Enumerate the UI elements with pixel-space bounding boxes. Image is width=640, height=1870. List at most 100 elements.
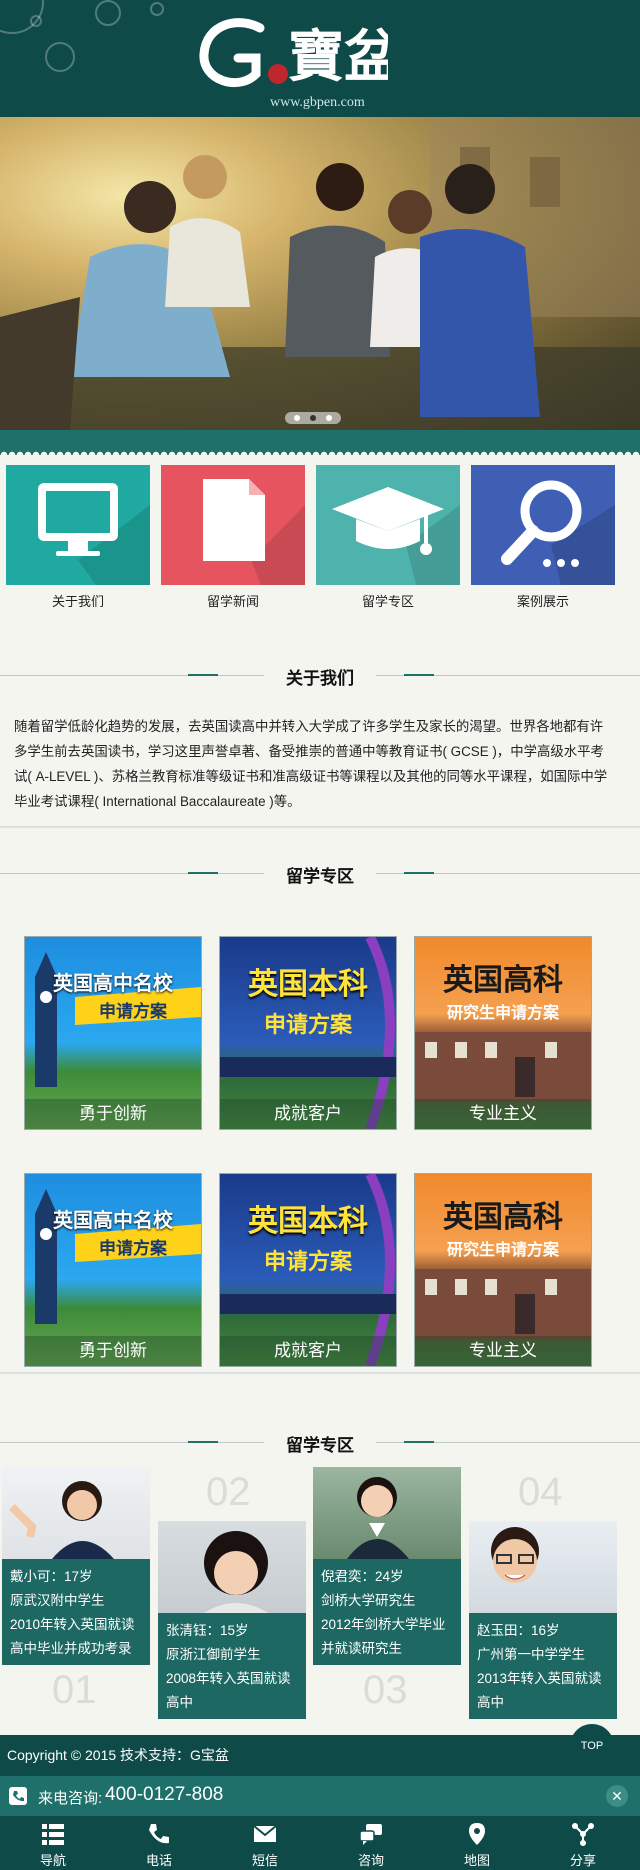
about-title: 关于我们 <box>0 664 640 689</box>
student-photo[interactable] <box>158 1521 306 1613</box>
phone-number[interactable]: 400-0127-808 <box>105 1784 223 1806</box>
bottom-nav-consult[interactable]: 咨询 <box>318 1816 424 1870</box>
close-icon[interactable]: ✕ <box>606 1785 628 1807</box>
decor-strip <box>0 430 640 455</box>
hero-banner[interactable] <box>0 117 640 430</box>
promo-subtitle: 申请方案 <box>263 1249 352 1274</box>
promo-card[interactable]: 英国本科 申请方案 成就客户 <box>219 936 397 1130</box>
nav-tile-cases[interactable] <box>471 465 615 585</box>
site-logo[interactable]: 寶盆 <box>198 14 400 94</box>
promo-subtitle: 研究生申请方案 <box>446 1005 559 1022</box>
document-icon <box>203 479 305 585</box>
student-portrait <box>347 1477 409 1559</box>
banner-dot-1[interactable] <box>294 415 300 421</box>
student-photo[interactable] <box>2 1467 150 1559</box>
student-detail: 2008年转入英国就读 <box>166 1671 291 1686</box>
section-shadow <box>0 1372 640 1375</box>
bottom-nav-label: 地图 <box>463 1853 490 1868</box>
bottom-nav-label: 导航 <box>39 1853 66 1868</box>
promo-card[interactable]: 英国本科 申请方案 成就客户 <box>219 1173 397 1367</box>
promo-title: 英国高科 <box>443 1201 563 1234</box>
back-to-top-button[interactable]: TOP <box>570 1724 614 1768</box>
student-card: 戴小可：17岁 原武汉附中学生 2010年转入英国就读 高中毕业并成功考录 <box>2 1559 150 1665</box>
promo-caption: 勇于创新 <box>25 1099 201 1129</box>
bottom-nav-menu[interactable]: 导航 <box>0 1816 106 1870</box>
bottom-nav: 导航 电话 短信 咨询 地图 分享 <box>0 1816 640 1870</box>
nav-label-cases[interactable]: 案例展示 <box>471 591 615 610</box>
phone-label: 来电咨询: <box>38 1790 103 1807</box>
student-name: 戴小可：17岁 <box>10 1569 93 1584</box>
copyright-bar: Copyright © 2015 技术支持：G宝盆 <box>0 1735 640 1776</box>
bottom-nav-label: 分享 <box>569 1853 596 1868</box>
logo-text: 寶盆 <box>288 27 388 89</box>
student-number: 01 <box>52 1668 97 1712</box>
decor-circle <box>30 15 42 27</box>
student-photo[interactable] <box>469 1521 617 1613</box>
student-portrait <box>204 1531 268 1613</box>
student-number: 02 <box>206 1470 251 1514</box>
student-name: 赵玉田：16岁 <box>477 1623 560 1638</box>
bottom-nav-phone[interactable]: 电话 <box>106 1816 212 1870</box>
phone-bar[interactable]: 来电咨询: 400-0127-808 ✕ <box>0 1776 640 1816</box>
promo-card[interactable]: 英国高科 研究生申请方案 专业主义 <box>414 1173 592 1367</box>
menu-icon <box>42 1824 64 1845</box>
banner-dot-3[interactable] <box>326 415 332 421</box>
student-name: 张清钰：15岁 <box>166 1623 249 1638</box>
nav-tile-about[interactable] <box>6 465 150 585</box>
promo-subtitle: 申请方案 <box>99 1002 167 1021</box>
phone-icon <box>9 1787 27 1805</box>
promo-card[interactable]: 英国高中名校 申请方案 勇于创新 <box>24 1173 202 1367</box>
phone-icon <box>149 1824 169 1844</box>
bottom-nav-label: 咨询 <box>357 1853 384 1868</box>
banner-photo <box>0 117 640 430</box>
student-number: 03 <box>363 1668 408 1712</box>
banner-dot-2[interactable] <box>310 415 316 421</box>
student-portrait <box>491 1527 539 1583</box>
map-pin-icon <box>469 1823 485 1845</box>
promo-card[interactable]: 英国高中名校 申请方案 勇于创新 <box>24 936 202 1130</box>
students-title: 留学专区 <box>0 1431 640 1456</box>
student-name: 倪君奕：24岁 <box>321 1569 404 1584</box>
bottom-nav-share[interactable]: 分享 <box>530 1816 636 1870</box>
promo-subtitle: 申请方案 <box>263 1012 352 1037</box>
nav-label-study-zone[interactable]: 留学专区 <box>316 591 460 610</box>
bottom-nav-label: 短信 <box>251 1853 278 1868</box>
student-detail: 剑桥大学研究生 <box>321 1593 416 1608</box>
bottom-nav-label: 电话 <box>145 1853 172 1868</box>
student-card: 倪君奕：24岁 剑桥大学研究生 2012年剑桥大学毕业 并就读研究生 <box>313 1559 461 1665</box>
envelope-icon <box>253 1825 277 1842</box>
student-detail: 原武汉附中学生 <box>10 1593 105 1608</box>
promo-title: 英国高中名校 <box>53 973 173 995</box>
section-shadow <box>0 826 640 829</box>
decor-circle <box>45 42 75 72</box>
copyright-text: Copyright © 2015 技术支持：G宝盆 <box>7 1747 229 1763</box>
promo-caption: 勇于创新 <box>25 1336 201 1366</box>
student-detail: 高中毕业并成功考录 <box>10 1641 132 1656</box>
search-icon <box>501 480 615 585</box>
chat-icon <box>359 1824 382 1845</box>
study-zone-title: 留学专区 <box>0 862 640 887</box>
share-icon <box>572 1823 594 1846</box>
student-portrait <box>9 1481 114 1559</box>
student-detail: 并就读研究生 <box>321 1641 402 1656</box>
promo-card[interactable]: 英国高科 研究生申请方案 专业主义 <box>414 936 592 1130</box>
student-photo[interactable] <box>313 1467 461 1559</box>
nav-label-about[interactable]: 关于我们 <box>6 591 150 610</box>
student-card: 赵玉田：16岁 广州第一中学学生 2013年转入英国就读 高中 <box>469 1613 617 1719</box>
student-detail: 高中 <box>166 1695 193 1710</box>
nav-tile-news[interactable] <box>161 465 305 585</box>
student-detail: 原浙江御前学生 <box>166 1647 261 1662</box>
bottom-nav-map[interactable]: 地图 <box>424 1816 530 1870</box>
promo-title: 英国高科 <box>443 964 563 997</box>
monitor-icon <box>38 483 150 585</box>
nav-tile-study-zone[interactable] <box>316 465 460 585</box>
promo-title: 英国高中名校 <box>53 1210 173 1232</box>
decor-circle <box>150 2 164 16</box>
promo-subtitle: 申请方案 <box>99 1239 167 1258</box>
nav-label-news[interactable]: 留学新闻 <box>161 591 305 610</box>
promo-caption: 成就客户 <box>220 1099 396 1129</box>
bottom-nav-sms[interactable]: 短信 <box>212 1816 318 1870</box>
logo-url: www.gbpen.com <box>270 95 365 110</box>
promo-subtitle: 研究生申请方案 <box>446 1242 559 1259</box>
promo-title: 英国本科 <box>248 968 368 1001</box>
